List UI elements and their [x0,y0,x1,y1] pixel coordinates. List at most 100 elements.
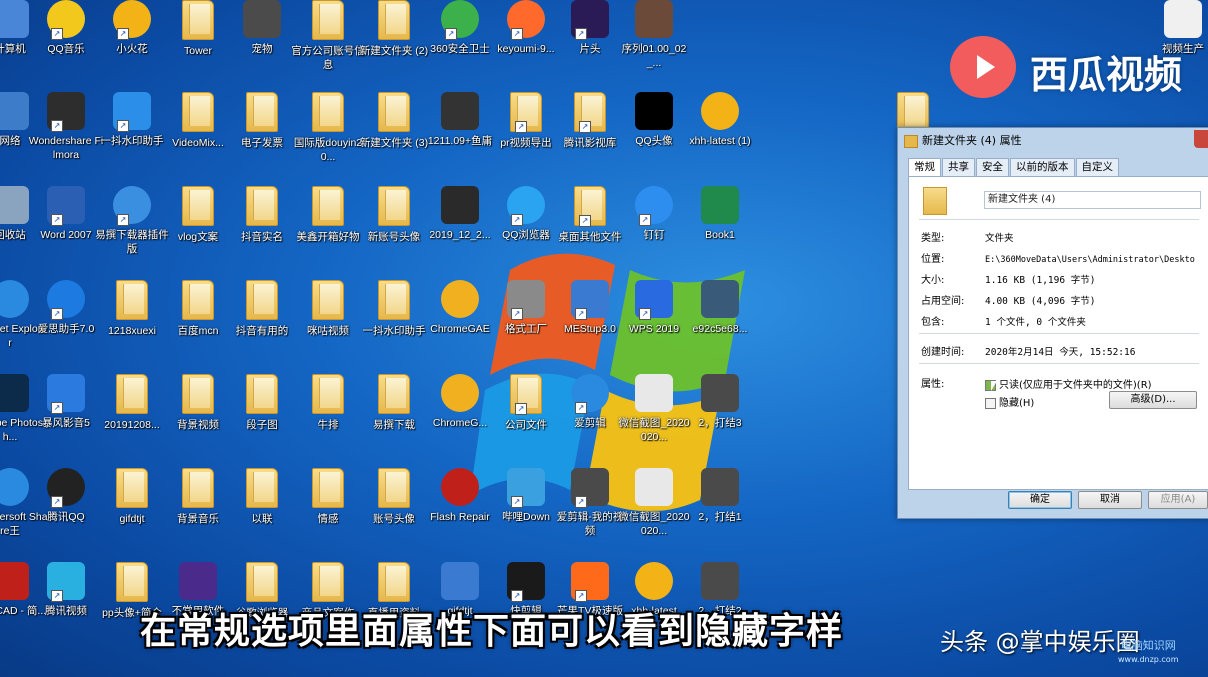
tab-previous-versions[interactable]: 以前的版本 [1010,158,1075,177]
folder-icon: ↗ [574,92,606,133]
apply-button[interactable]: 应用(A) [1148,491,1208,509]
app-icon: ↗ [571,468,609,508]
desktop-icon-label: 2019_12_2... [429,229,491,241]
app-icon: ↗ [47,374,85,414]
dialog-tabs: 常规 共享 安全 以前的版本 自定义 [908,158,1120,178]
cancel-button[interactable]: 取消 [1078,491,1142,509]
app-icon [635,0,673,38]
close-button[interactable] [1194,130,1208,148]
desktop-icon[interactable]: ↗ 易撰下载器插件版 [94,186,170,256]
desktop-icon[interactable]: 易撰下载 [356,374,432,432]
app-icon: ↗ [113,0,151,40]
desktop-icon-label: Wondershare Filmora [28,135,104,161]
desktop-icon[interactable]: 以联 [224,468,300,526]
desktop-icon-label: 电子发票 [241,137,283,149]
shortcut-arrow-icon: ↗ [51,308,63,320]
desktop-icon[interactable]: ↗ 腾讯视频 [28,562,104,618]
folder-icon [923,187,947,215]
desktop-icon[interactable]: ↗ WPS 2019 [616,280,692,336]
desktop-icon-label: 一抖水印助手 [100,135,164,147]
desktop-icon[interactable]: ↗ 360安全卫士 [422,0,498,56]
desktop-icon[interactable]: 新建文件夹 (2) [356,0,432,58]
xigua-logo-icon [950,36,1016,98]
desktop-icon-label: 暴风影音5 [42,417,90,429]
folder-icon [182,92,214,132]
desktop-icon[interactable]: ↗ 钉钉 [616,186,692,242]
desktop-icon[interactable]: 电子发票 [224,92,300,150]
desktop-icon[interactable]: ↗ 爱思助手7.0 [28,280,104,336]
desktop-icon[interactable]: 一抖水印助手 [356,280,432,338]
advanced-button[interactable]: 高级(D)... [1109,391,1197,409]
desktop-icon[interactable]: ChromeGAE [422,280,498,336]
desktop-icon[interactable]: ↗ 腾讯QQ [28,468,104,524]
desktop-icon-label: 易撰下载 [373,419,415,431]
app-icon [0,280,29,318]
checkbox-box[interactable] [985,397,996,409]
tab-security[interactable]: 安全 [976,158,1009,177]
desktop-icon[interactable]: ↗ Wondershare Filmora [28,92,104,162]
desktop-icon[interactable]: ↗ 暴风影音5 [28,374,104,430]
app-icon: ↗ [507,186,545,226]
desktop-icon[interactable]: ↗ 一抖水印助手 [94,92,170,148]
folder-name-input[interactable]: 新建文件夹 (4) [984,191,1201,209]
folder-icon [182,468,214,508]
site-watermark: 电脑知识网 www.dnzp.com [1118,639,1179,667]
hidden-checkbox[interactable]: 隐藏(H) [985,394,1034,409]
desktop-icon-label: 腾讯视频 [45,605,87,617]
desktop-icon[interactable]: 宠物 [224,0,300,56]
tab-sharing[interactable]: 共享 [942,158,975,177]
desktop-icon[interactable]: 2，打结1 [682,468,758,524]
folder-icon [378,186,410,226]
app-icon [701,374,739,412]
desktop-icon[interactable]: 美鑫开箱好物 [290,186,366,244]
app-icon [701,562,739,600]
desktop-icon[interactable]: 1218xuexi [94,280,170,338]
desktop-icon[interactable]: ↗ QQ音乐 [28,0,104,56]
shortcut-arrow-icon: ↗ [515,121,527,133]
shortcut-arrow-icon: ↗ [511,214,523,226]
shortcut-arrow-icon: ↗ [639,308,651,320]
desktop-icon[interactable]: 咪咕视频 [290,280,366,338]
folder-icon: ↗ [574,186,606,227]
desktop-icon[interactable]: 微信截图_2020020... [616,374,692,444]
desktop-icon[interactable]: 情感 [290,468,366,526]
desktop-icon-label: 抖音实名 [241,231,283,243]
desktop-icon[interactable]: e92c5e68... [682,280,758,336]
desktop-icon[interactable]: 2，打结3 [682,374,758,430]
desktop-icon[interactable]: Flash Repair [422,468,498,524]
desktop-icon[interactable]: 抖音实名 [224,186,300,244]
desktop-icon[interactable]: 国际版douyin20... [290,92,366,164]
folder-icon [378,280,410,320]
desktop-icon[interactable]: 新账号头像 [356,186,432,244]
desktop-icon[interactable]: 官方公司账号信息 [290,0,366,72]
desktop-icon[interactable]: 段子图 [224,374,300,432]
desktop-icon[interactable]: ↗ Word 2007 [28,186,104,242]
app-icon [635,562,673,600]
ok-button[interactable]: 确定 [1008,491,1072,509]
readonly-checkbox[interactable]: 只读(仅应用于文件夹中的文件)(R) [985,376,1152,391]
desktop-icon[interactable]: 账号头像 [356,468,432,526]
desktop-icon[interactable]: 新建文件夹 (3) [356,92,432,150]
desktop-icon-label: 新建文件夹 (2) [359,45,429,57]
desktop-icon-label: 新账号头像 [367,231,421,243]
tab-customize[interactable]: 自定义 [1075,158,1119,177]
desktop-icon[interactable]: 1211.09+鱼庸 [422,92,498,148]
shortcut-arrow-icon: ↗ [511,308,523,320]
desktop-icon[interactable]: gifdtjt [94,468,170,526]
dialog-titlebar[interactable]: 新建文件夹 (4) 属性 [898,128,1208,154]
desktop-icon[interactable]: 微信截图_2020020... [616,468,692,538]
desktop-icon[interactable]: xhh-latest (1) [682,92,758,148]
app-icon: ↗ [571,374,609,414]
desktop-icon[interactable]: 2019_12_2... [422,186,498,242]
desktop-icon[interactable]: 序列01.00_02_... [616,0,692,70]
desktop-icon[interactable]: 抖音有用的 [224,280,300,338]
desktop-icon-label: 小火花 [116,43,148,55]
desktop-icon[interactable]: 20191208... [94,374,170,432]
desktop-icon[interactable]: Book1 [682,186,758,242]
tab-general[interactable]: 常规 [908,158,941,178]
desktop-icon[interactable]: ↗ 小火花 [94,0,170,56]
divider [919,363,1199,364]
desktop-icon[interactable]: 牛排 [290,374,366,432]
desktop-icon[interactable]: QQ头像 [616,92,692,148]
desktop-icon[interactable]: ChromeG... [422,374,498,430]
